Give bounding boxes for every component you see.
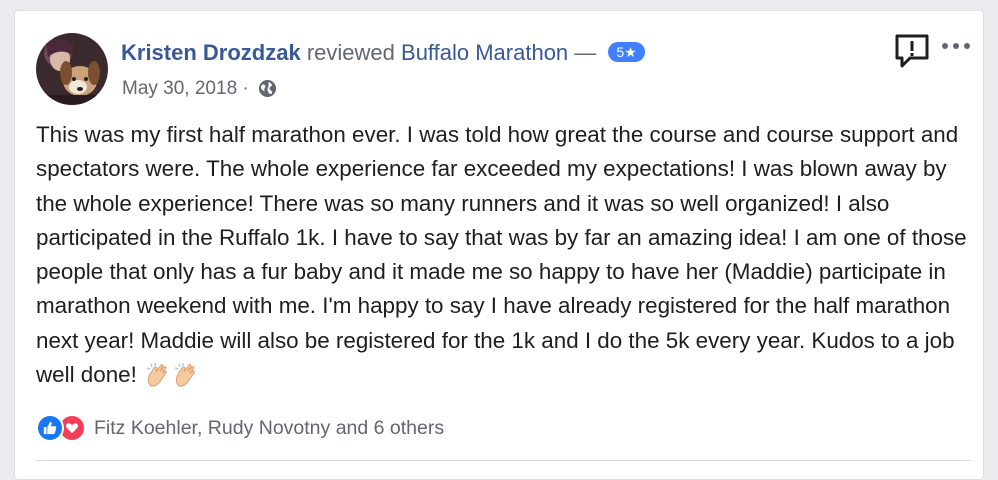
- report-icon[interactable]: [894, 33, 930, 69]
- globe-icon[interactable]: [258, 79, 277, 105]
- reactions-summary[interactable]: Fitz Koehler, Rudy Novotny and 6 others: [36, 413, 444, 443]
- reaction-names[interactable]: Fitz Koehler, Rudy Novotny and 6 others: [94, 417, 444, 440]
- divider: [36, 460, 971, 461]
- more-icon[interactable]: [941, 39, 973, 53]
- review-card: Kristen Drozdzak reviewed Buffalo Marath…: [14, 10, 984, 480]
- rating-badge: 5★: [608, 42, 645, 62]
- clapping-hands-icon: [145, 362, 171, 398]
- author-avatar[interactable]: [36, 33, 108, 105]
- author-name[interactable]: Kristen Drozdzak: [121, 40, 301, 65]
- post-date[interactable]: May 30, 2018: [122, 78, 237, 99]
- date-separator: ·: [242, 78, 249, 99]
- like-icon[interactable]: [36, 414, 64, 442]
- header-separator: —: [574, 40, 597, 65]
- review-header: Kristen Drozdzak reviewed Buffalo Marath…: [121, 39, 645, 67]
- review-text: This was my first half marathon ever. I …: [36, 122, 967, 388]
- review-action: reviewed: [306, 40, 395, 65]
- clapping-hands-icon: [173, 362, 199, 398]
- post-meta: May 30, 2018 ·: [122, 77, 277, 105]
- review-body: This was my first half marathon ever. I …: [36, 118, 971, 398]
- page-link[interactable]: Buffalo Marathon: [401, 40, 568, 65]
